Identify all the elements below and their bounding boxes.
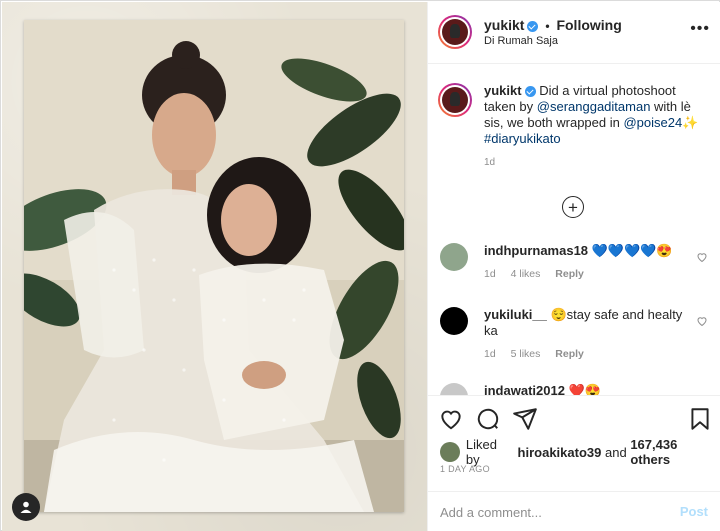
like-heart-icon[interactable] [438,406,464,432]
post-location[interactable]: Di Rumah Saja [484,35,558,47]
following-button[interactable]: Following [556,17,621,33]
commenter-username[interactable]: indawati2012 [484,383,565,395]
comment-item: yukiluki__ 😌stay safe and healty ka 1d 5… [440,307,710,360]
comment-item: indawati2012 ❤️😍 [440,383,710,395]
bookmark-icon[interactable] [687,406,713,432]
reply-button[interactable]: Reply [555,348,584,360]
comment-body: 💙💙💙💙😍 [588,243,673,258]
share-paper-plane-icon[interactable] [512,406,538,432]
post-side-panel: yukikt • Following Di Rumah Saja ••• yuk… [427,2,720,531]
author-avatar[interactable] [438,15,472,49]
liker-avatar[interactable] [440,442,460,462]
post-time[interactable]: 1 DAY AGO [440,464,490,474]
post-comment-button[interactable]: Post [680,504,708,519]
hashtag-link[interactable]: #diaryukikato [484,131,561,146]
post-modal: yukikt • Following Di Rumah Saja ••• yuk… [0,0,720,531]
mention-link[interactable]: @poise24 [623,115,682,130]
comment-text: yukiluki__ 😌stay safe and healty ka [484,307,710,339]
likes-prefix: Liked by [465,437,497,467]
comment-likes[interactable]: 5 likes [511,348,541,360]
action-icons [438,406,713,432]
reply-button[interactable]: Reply [555,268,584,280]
comment-bubble-icon[interactable] [475,406,501,432]
caption-author-avatar[interactable] [438,83,472,117]
likes-mid: and [605,444,627,460]
verified-badge-icon [524,86,536,98]
post-photo[interactable] [24,20,404,512]
commenter-avatar[interactable] [440,243,468,271]
comment-text: indhpurnamas18 💙💙💙💙😍 [484,243,710,259]
post-actions: Liked by hiroakikato39 and 167,436 other… [428,395,720,505]
heart-icon[interactable] [696,315,708,327]
post-photo-pane[interactable] [2,2,427,531]
post-caption: yukikt Did a virtual photoshoot taken by… [438,83,708,168]
liker-username[interactable]: hiroakikato39 [518,445,602,460]
comment-meta: 1d 5 likes Reply [484,348,710,360]
caption-username[interactable]: yukikt [484,83,522,98]
likes-count[interactable]: 167,436 others [630,437,720,467]
author-username[interactable]: yukikt [484,17,524,33]
verified-badge-icon [527,20,539,32]
comment-text: indawati2012 ❤️😍 [484,383,710,395]
likes-summary: Liked by hiroakikato39 and 167,436 other… [440,437,720,467]
post-header: yukikt • Following Di Rumah Saja ••• [428,2,720,64]
comment-input[interactable] [440,502,660,522]
comment-meta: 1d 4 likes Reply [484,268,710,280]
person-icon [20,501,32,513]
comment-body: ❤️😍 [564,383,601,395]
mention-link[interactable]: @seranggaditaman [537,99,651,114]
commenter-avatar[interactable] [440,383,468,395]
comment-likes[interactable]: 4 likes [511,268,541,280]
heart-icon[interactable] [696,251,708,263]
photo-illustration [24,20,404,512]
commenter-username[interactable]: yukiluki__ [484,307,547,322]
plus-circle-icon[interactable]: + [562,196,584,218]
caption-text: yukikt Did a virtual photoshoot taken by… [484,83,708,147]
add-comment-bar: Post [428,491,720,531]
tagged-user-icon[interactable] [12,493,40,521]
caption-timestamp: 1d [484,157,496,168]
commenter-avatar[interactable] [440,307,468,335]
commenter-username[interactable]: indhpurnamas18 [484,243,588,258]
more-horizontal-icon[interactable]: ••• [690,20,710,38]
separator-dot: • [545,19,550,33]
comments-list[interactable]: yukikt Did a virtual photoshoot taken by… [428,65,720,395]
comment-item: indhpurnamas18 💙💙💙💙😍 1d 4 likes Reply [440,243,710,280]
author-username-row: yukikt • Following [484,17,622,33]
sparkle-emoji: ✨ [682,115,699,130]
comment-age: 1d [484,348,496,360]
comment-age: 1d [484,268,496,280]
